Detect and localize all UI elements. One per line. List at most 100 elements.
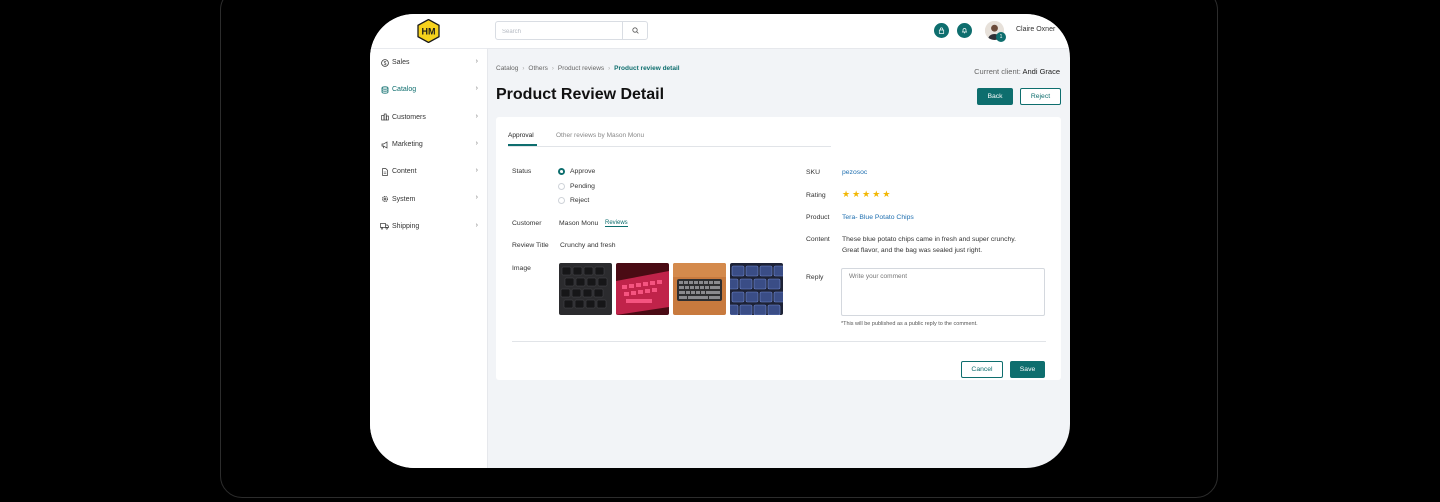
chevron-right-icon: › xyxy=(475,139,478,147)
lock-icon xyxy=(938,27,945,34)
radio-unchecked-icon xyxy=(558,197,565,204)
sidebar: HM $ Sales › Catalog › Customers › Marke… xyxy=(370,14,488,468)
sidebar-item-customers[interactable]: Customers › xyxy=(370,104,487,131)
sidebar-item-content[interactable]: Content › xyxy=(370,158,487,185)
chevron-right-icon: › xyxy=(475,58,478,65)
breadcrumb-item[interactable]: Others xyxy=(528,65,548,72)
sidebar-item-system[interactable]: System › xyxy=(370,185,487,212)
sidebar-item-shipping[interactable]: Shipping › xyxy=(370,213,487,240)
chevron-right-icon: › xyxy=(475,85,478,93)
customer-label: Customer xyxy=(512,220,542,227)
chevron-right-icon: › xyxy=(475,112,478,120)
lock-button[interactable] xyxy=(934,23,949,38)
star-icon: ★ xyxy=(852,189,861,199)
review-title-label: Review Title xyxy=(512,242,549,249)
content-text-line: Great flavor, and the bag was sealed jus… xyxy=(842,247,983,254)
sidebar-item-label: Content xyxy=(392,168,417,176)
product-label: Product xyxy=(806,214,830,221)
radio-label: Reject xyxy=(570,197,590,204)
top-bar: 1 Claire Oxner xyxy=(487,14,1070,49)
dollar-icon: $ xyxy=(380,58,389,67)
sku-value[interactable]: pezosoc xyxy=(842,169,867,176)
status-label: Status xyxy=(512,168,532,175)
svg-text:HM: HM xyxy=(422,27,436,37)
review-image-3[interactable] xyxy=(673,263,726,315)
reject-button[interactable]: Reject xyxy=(1020,88,1061,105)
document-icon xyxy=(380,167,389,176)
radio-label: Pending xyxy=(570,183,595,190)
chevron-right-icon: › xyxy=(475,221,478,229)
reply-label: Reply xyxy=(806,274,824,281)
truck-icon xyxy=(380,222,389,231)
chevron-right-icon: › xyxy=(608,66,611,72)
active-tab-indicator xyxy=(508,144,537,146)
tab-bar: Approval Other reviews by Mason Monu xyxy=(508,127,831,147)
notification-count-badge: 1 xyxy=(996,32,1006,42)
current-client-label: Current client: xyxy=(974,67,1021,76)
radio-unchecked-icon xyxy=(558,183,565,190)
reply-input[interactable] xyxy=(841,268,1045,316)
customer-reviews-link[interactable]: Reviews xyxy=(605,220,628,227)
radio-label: Approve xyxy=(570,168,596,175)
search-button[interactable] xyxy=(622,22,647,39)
product-link[interactable]: Tera- Blue Potato Chips xyxy=(842,214,914,221)
rating-label: Rating xyxy=(806,192,826,199)
status-option-reject[interactable]: Reject xyxy=(558,197,589,204)
save-button[interactable]: Save xyxy=(1010,361,1045,378)
bell-icon xyxy=(961,28,968,34)
sidebar-item-label: Catalog xyxy=(392,86,417,94)
review-image-2[interactable] xyxy=(616,263,669,315)
gear-icon xyxy=(380,195,389,204)
breadcrumb-item[interactable]: Product reviews xyxy=(558,65,604,72)
notification-button[interactable] xyxy=(957,23,972,38)
rating-stars: ★ ★ ★ ★ ★ xyxy=(842,190,890,199)
sidebar-item-sales[interactable]: $ Sales › xyxy=(370,49,487,76)
content-label: Content xyxy=(806,236,830,243)
sidebar-item-marketing[interactable]: Marketing › xyxy=(370,131,487,158)
sidebar-item-label: System xyxy=(392,195,416,203)
image-label: Image xyxy=(512,265,531,272)
star-icon: ★ xyxy=(842,189,851,199)
app-window: HM $ Sales › Catalog › Customers › Marke… xyxy=(370,14,1070,468)
breadcrumb-current: Product review detail xyxy=(614,65,680,72)
back-button[interactable]: Back xyxy=(977,88,1013,105)
megaphone-icon xyxy=(380,140,389,149)
tab-other-reviews[interactable]: Other reviews by Mason Monu xyxy=(556,132,644,139)
star-icon: ★ xyxy=(882,189,891,199)
sidebar-item-catalog[interactable]: Catalog › xyxy=(370,76,487,103)
breadcrumb-item[interactable]: Catalog xyxy=(496,65,518,72)
sidebar-nav: $ Sales › Catalog › Customers › Marketin… xyxy=(370,48,487,240)
users-icon xyxy=(380,113,389,122)
user-name[interactable]: Claire Oxner xyxy=(1016,26,1055,33)
reply-note: *This will be published as a public repl… xyxy=(841,321,978,327)
chevron-right-icon: › xyxy=(522,66,525,72)
sidebar-item-label: Sales xyxy=(392,59,410,67)
review-image-4[interactable] xyxy=(730,263,783,315)
tab-approval[interactable]: Approval xyxy=(508,132,534,139)
review-card: Approval Other reviews by Mason Monu Sta… xyxy=(496,117,1061,380)
brand-logo[interactable]: HM xyxy=(417,19,440,43)
content-text-line: These blue potato chips came in fresh an… xyxy=(842,236,1017,243)
divider xyxy=(512,341,1046,342)
review-image-1[interactable] xyxy=(559,263,612,315)
sidebar-item-label: Marketing xyxy=(392,141,423,149)
cancel-button[interactable]: Cancel xyxy=(961,361,1003,378)
sku-label: SKU xyxy=(806,169,820,176)
svg-text:$: $ xyxy=(383,61,386,67)
radio-checked-icon xyxy=(558,168,565,175)
search-input[interactable] xyxy=(496,22,632,41)
customer-name: Mason Monu xyxy=(559,220,599,227)
current-client-name: Andi Grace xyxy=(1022,67,1060,76)
star-icon: ★ xyxy=(862,189,871,199)
status-option-approve[interactable]: Approve xyxy=(558,168,595,175)
search-box xyxy=(495,21,648,41)
review-title-value: Crunchy and fresh xyxy=(560,242,616,249)
status-option-pending[interactable]: Pending xyxy=(558,183,595,190)
chevron-right-icon: › xyxy=(551,66,554,72)
sidebar-item-label: Shipping xyxy=(392,222,420,230)
current-client: Current client: Andi Grace xyxy=(974,67,1060,76)
breadcrumb: Catalog › Others › Product reviews › Product r… xyxy=(496,65,680,72)
search-icon xyxy=(631,27,639,34)
page-title: Product Review Detail xyxy=(496,86,665,103)
chevron-right-icon: › xyxy=(475,194,478,202)
